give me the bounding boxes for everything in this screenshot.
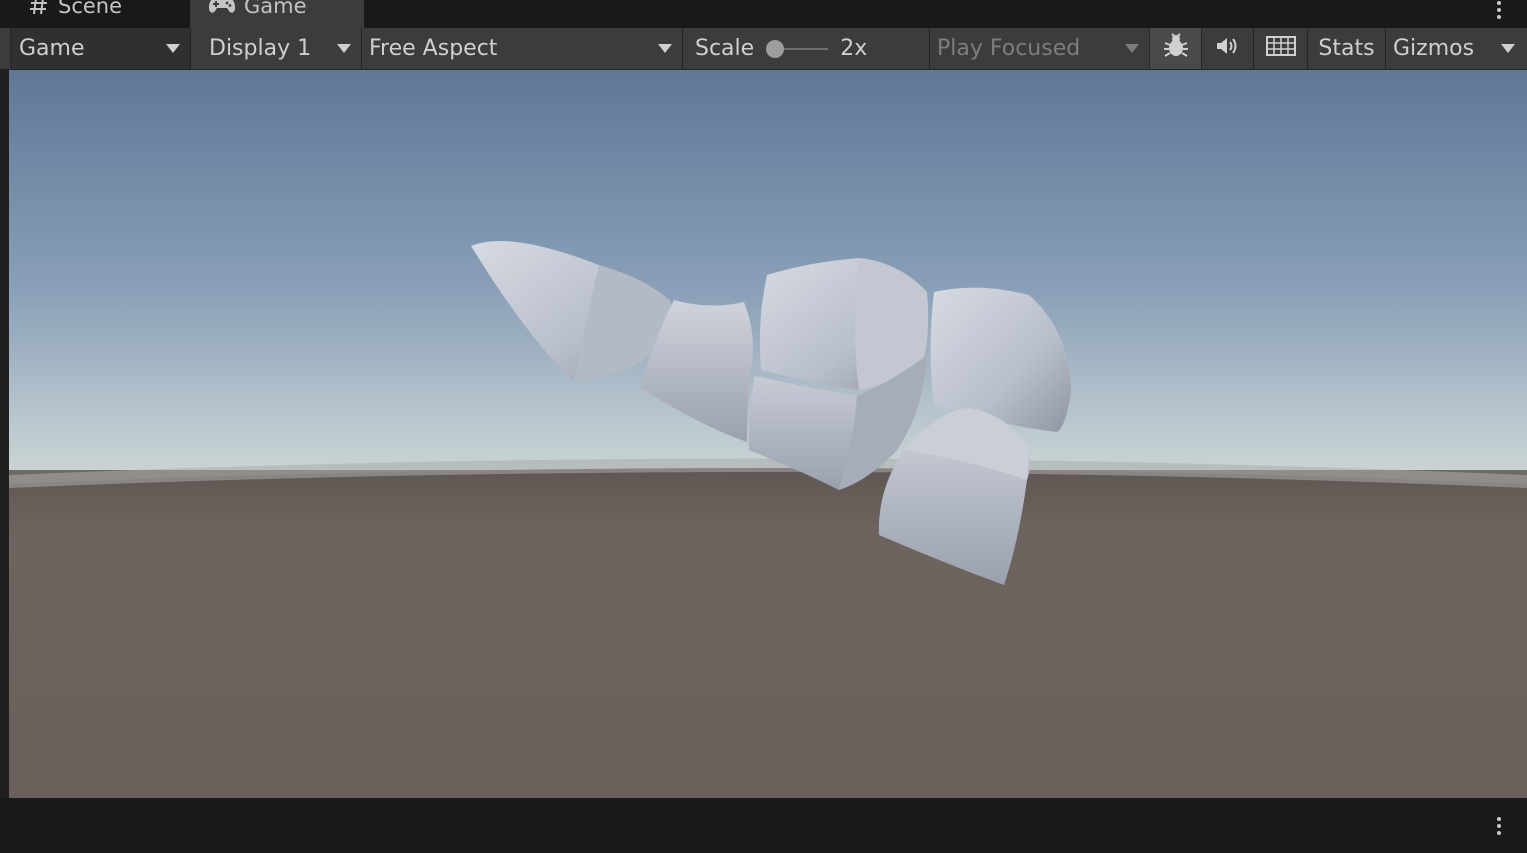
chevron-down-icon [658,44,672,53]
chevron-down-icon [166,44,180,53]
hash-icon [28,0,50,17]
tab-scene[interactable]: Scene [28,0,122,28]
display-dropdown-label: Display 1 [209,36,312,61]
chevron-down-icon [1125,44,1139,53]
bottom-menu-kebab-icon[interactable] [1496,817,1502,835]
play-mode-dropdown[interactable]: Play Focused [930,28,1150,69]
tab-scene-label: Scene [58,0,123,18]
game-view-window: Scene Game Game Display 1 Free Aspect Sc… [0,0,1527,853]
game-view-dropdown[interactable]: Game [10,28,191,69]
ground [9,468,1527,798]
game-viewport[interactable] [9,70,1527,798]
chevron-down-icon [337,44,351,53]
window-menu-kebab-icon[interactable] [1496,1,1502,19]
game-view-dropdown-label: Game [19,36,85,61]
game-render [9,70,1527,798]
gamepad-icon [208,0,236,16]
play-mode-dropdown-label: Play Focused [937,36,1081,61]
speaker-icon [1214,34,1242,64]
scale-value: 2x [840,36,868,61]
stats-label: Stats [1318,36,1375,61]
scale-label: Scale [695,36,755,61]
scale-slider[interactable] [766,39,829,59]
tab-game[interactable]: Game [190,0,364,28]
bottom-status-bar [0,798,1527,853]
tab-strip: Scene Game [0,0,1527,28]
game-toolbar: Game Display 1 Free Aspect Scale 2x Play… [0,28,1527,70]
gizmos-label: Gizmos [1393,36,1475,61]
scale-slider-handle[interactable] [766,39,785,58]
keyboard-grid-icon [1265,35,1296,63]
aspect-dropdown[interactable]: Free Aspect [362,28,683,69]
stats-button[interactable]: Stats [1308,28,1386,69]
gizmos-button[interactable]: Gizmos [1386,28,1490,69]
mute-audio-button[interactable] [1202,28,1254,69]
bug-icon [1162,32,1190,66]
chevron-down-icon [1501,44,1515,53]
aspect-dropdown-label: Free Aspect [369,36,498,61]
debug-toggle-button[interactable] [1150,28,1202,69]
shortcuts-toggle-button[interactable] [1254,28,1308,69]
display-dropdown[interactable]: Display 1 [191,28,362,69]
viewport-left-border [0,70,9,798]
scale-control: Scale 2x [683,28,930,69]
tab-game-label: Game [244,0,307,18]
gizmos-dropdown-button[interactable] [1490,28,1527,69]
